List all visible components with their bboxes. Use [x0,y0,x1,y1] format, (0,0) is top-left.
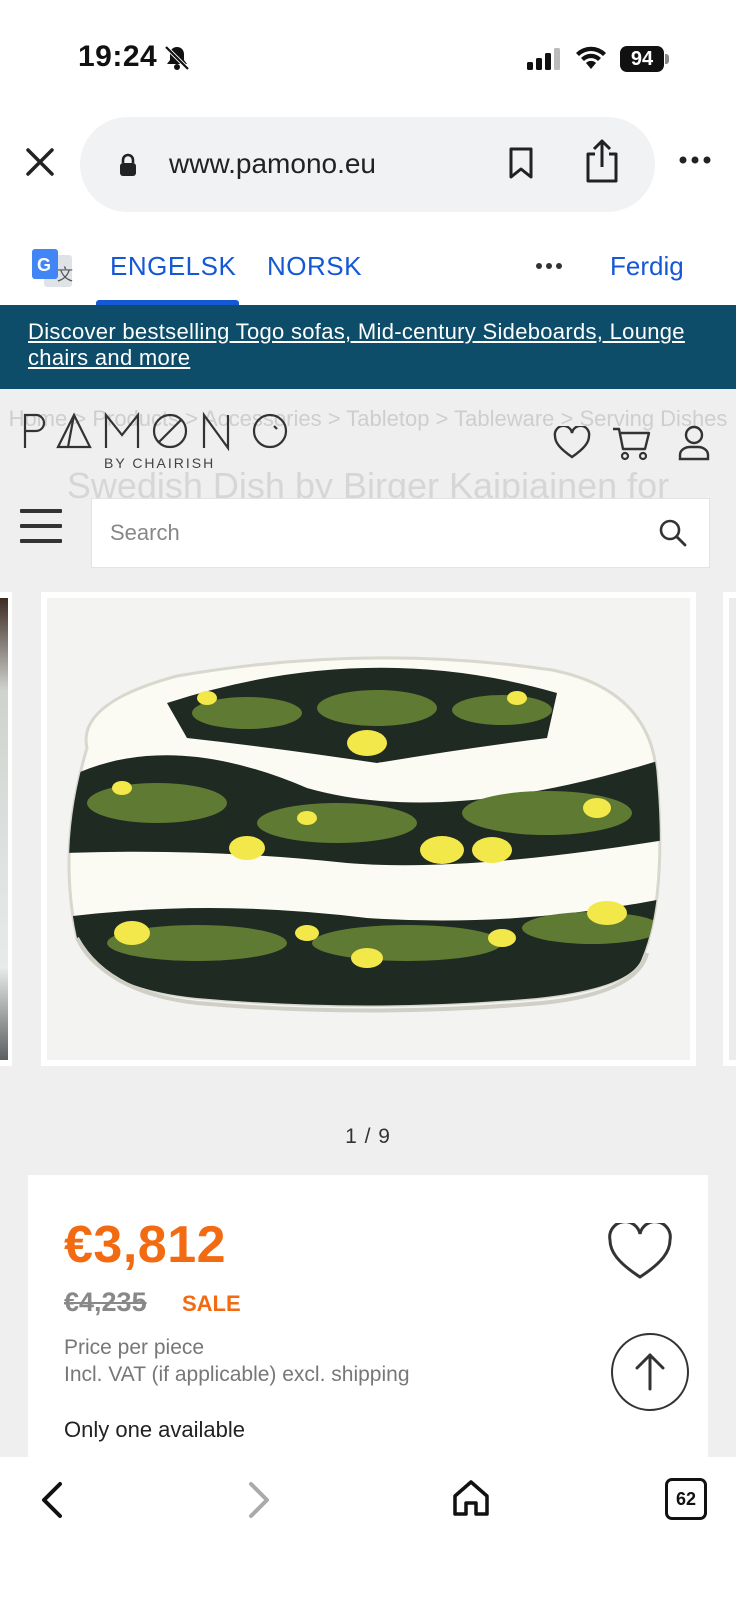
search-input[interactable] [110,499,630,567]
tabs-button[interactable]: 62 [665,1478,707,1520]
availability-text: Only one available [64,1417,246,1442]
svg-text:G: G [37,255,51,275]
sale-price: €3,812 [64,1216,227,1274]
forward-icon[interactable] [245,1480,273,1520]
price-card: €3,812 €4,235 SALE Price per piece Incl.… [28,1175,708,1457]
product-image[interactable] [41,592,696,1066]
search-box [91,498,710,568]
pamono-logo[interactable] [22,411,288,451]
sale-badge: SALE [182,1291,241,1316]
bell-off-icon [164,45,190,71]
close-icon[interactable] [20,142,60,182]
menu-icon[interactable] [20,509,62,543]
product-photo [67,656,662,1013]
back-icon[interactable] [38,1480,66,1520]
logo-tagline: BY CHAIRISH [104,455,216,471]
battery-indicator: 94 [620,46,664,72]
bottom-toolbar [0,1457,736,1600]
url-text[interactable]: www.pamono.eu [169,148,376,180]
bookmark-icon[interactable] [508,146,534,180]
wishlist-icon[interactable] [553,426,591,460]
promo-link[interactable]: Discover bestselling Togo sofas, Mid-cen… [28,319,718,371]
status-time: 19:24 [78,40,158,73]
wifi-icon [576,46,606,69]
original-price: €4,235 [64,1287,147,1317]
share-icon[interactable] [584,138,620,184]
tab-english[interactable]: ENGELSK [110,251,236,282]
cellular-signal-icon [527,48,560,70]
done-button[interactable]: Ferdig [610,251,684,282]
tab-norwegian[interactable]: NORSK [267,251,362,282]
svg-text:文: 文 [57,266,73,284]
cart-icon[interactable] [611,425,651,461]
battery-cap [665,54,669,64]
arrow-up-icon [635,1353,665,1391]
search-icon[interactable] [659,519,687,547]
promo-banner: Discover bestselling Togo sofas, Mid-cen… [0,305,736,389]
more-options-icon[interactable] [678,155,712,165]
google-translate-icon: 文 G [32,249,73,287]
home-icon[interactable] [452,1478,490,1518]
lock-icon [120,153,136,176]
translate-more-icon[interactable] [535,262,563,270]
account-icon[interactable] [678,425,710,461]
favorite-icon[interactable] [607,1223,673,1281]
price-note: Price per piece [64,1336,205,1359]
scroll-to-top-button[interactable] [611,1333,689,1411]
gallery-pager: 1 / 9 [345,1125,391,1148]
page-content: Home > Products > Accessories > Tabletop… [0,389,736,1457]
status-bar: 19:24 94 [0,0,736,110]
next-slide-peek[interactable] [723,592,736,1066]
previous-slide-peek[interactable] [0,592,12,1066]
vat-note: Incl. VAT (if applicable) excl. shipping [64,1363,410,1386]
